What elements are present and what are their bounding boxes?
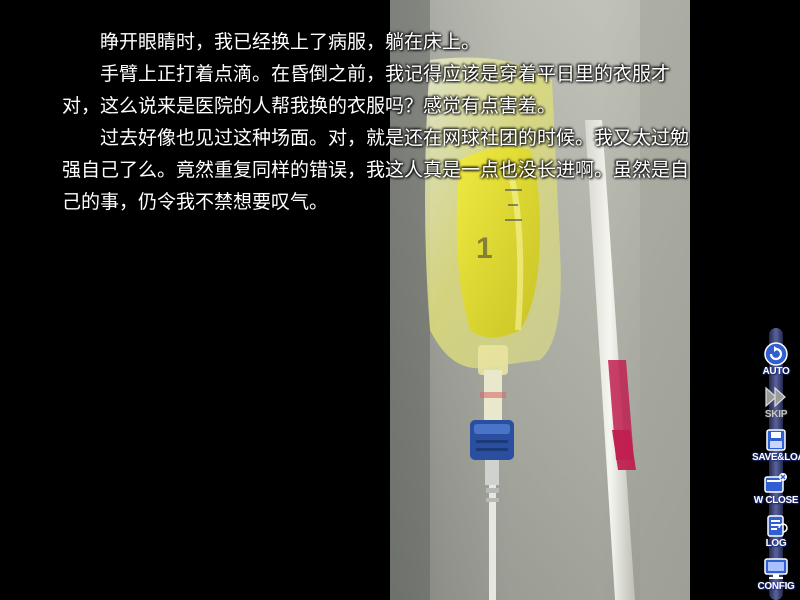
dialogue-paragraph: 手臂上正打着点滴。在昏倒之前，我记得应该是穿着平日里的衣服才对，这么说来是医院的… [62, 63, 671, 117]
log-button[interactable]: LOG [752, 514, 800, 549]
bag-scale-marking: 1 [476, 232, 493, 265]
skip-label: SKIP [764, 409, 788, 420]
auto-button[interactable]: AUTO [752, 342, 800, 377]
auto-label: AUTO [762, 366, 790, 377]
game-screen[interactable]: 1 睁开眼睛时，我已经换上了病服，躺在床上。 手臂上正打着点滴。在昏倒之前，我记… [0, 0, 800, 600]
dialogue-paragraph: 睁开眼睛时，我已经换上了病服，躺在床上。 [100, 31, 481, 53]
floppy-disk-icon [766, 429, 786, 451]
save-load-button[interactable]: SAVE&LOAD [752, 428, 800, 463]
dialogue-window[interactable]: 睁开眼睛时，我已经换上了病服，躺在床上。 手臂上正打着点滴。在昏倒之前，我记得应… [62, 26, 702, 218]
config-button[interactable]: CONFIG [752, 557, 800, 592]
skip-button[interactable]: SKIP [752, 385, 800, 420]
log-label: LOG [765, 538, 787, 549]
fast-forward-icon [765, 386, 786, 408]
window-close-icon [764, 473, 787, 493]
save-load-label: SAVE&LOAD [752, 452, 800, 463]
system-menu: AUTO SKIP SAVE&LOAD [752, 328, 800, 600]
config-label: CONFIG [757, 581, 795, 592]
document-log-icon [767, 515, 788, 537]
w-close-label: W CLOSE [753, 495, 799, 506]
dialogue-paragraph: 过去好像也见过这种场面。对，就是还在网球社团的时候。我又太过勉强自己了么。竟然重… [62, 127, 690, 213]
refresh-icon [764, 342, 788, 366]
window-close-button[interactable]: W CLOSE [752, 471, 800, 506]
monitor-config-icon [764, 558, 788, 579]
